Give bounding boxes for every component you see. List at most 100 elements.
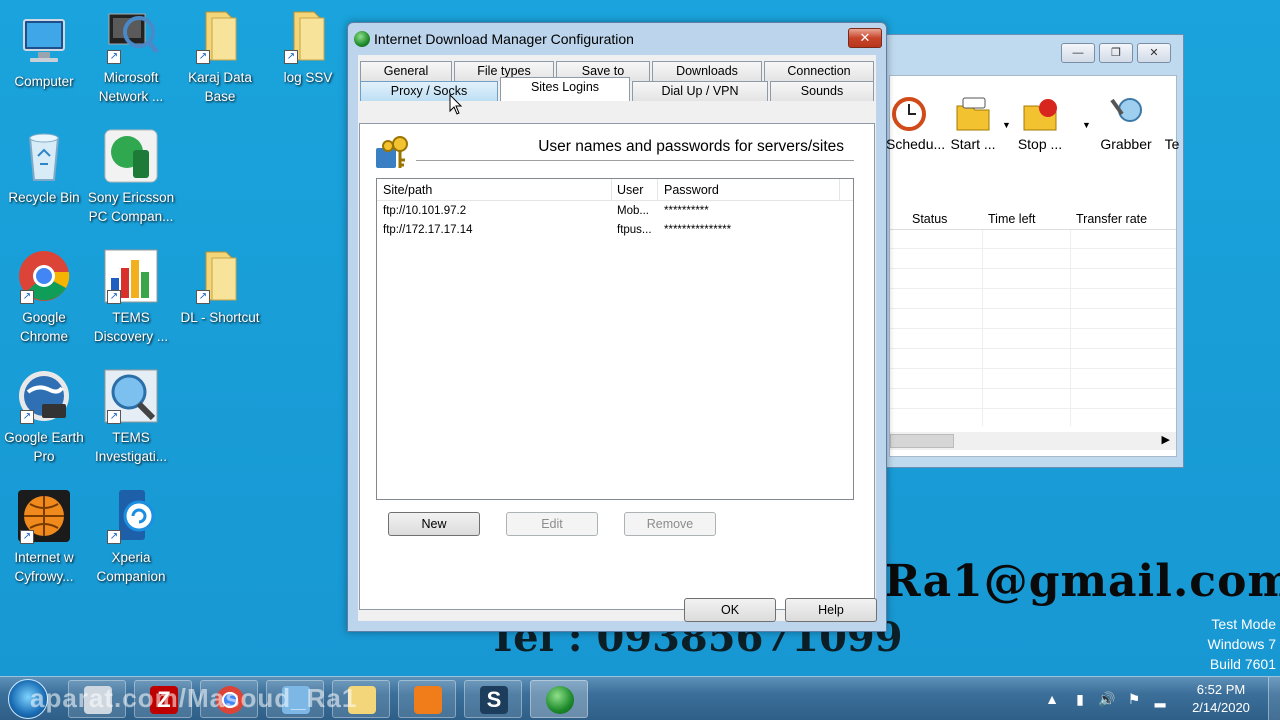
desktop-icon-microsoft-network[interactable]: ↗ Microsoft Network ...	[87, 8, 175, 106]
list-item[interactable]: ftp://10.101.97.2 Mob... **********	[377, 203, 853, 221]
toolbar-start-queue-button[interactable]: Start ...	[944, 96, 1002, 152]
network-signal-icon[interactable]: ▂	[1152, 691, 1168, 707]
system-tray: ▲ ▮ 🔊 ⚑ ▂ 6:52 PM 2/14/2020	[1040, 677, 1280, 720]
desktop-icon-sony-ericsson[interactable]: Sony Ericsson PC Compan...	[87, 128, 175, 226]
video-watermark-text: aparat.com/Masoud_Ra1	[30, 683, 358, 713]
minimize-button[interactable]: —	[1061, 43, 1095, 63]
desktop-icon-internet-w-cyfrowy[interactable]: ↗ Internet w Cyfrowy...	[0, 488, 88, 586]
computer-icon	[16, 12, 72, 68]
close-button[interactable]: ✕	[1137, 43, 1171, 63]
new-button[interactable]: New	[388, 512, 480, 536]
xperia-companion-icon: ↗	[103, 488, 159, 544]
remove-button[interactable]: Remove	[624, 512, 716, 536]
toolbar-scheduler-button[interactable]: Schedu...	[886, 96, 945, 152]
desktop-icon-log-ssv[interactable]: ↗ log SSV	[264, 8, 352, 87]
column-password[interactable]: Password	[664, 183, 719, 197]
sites-logins-list[interactable]: Site/path User Password ftp://10.101.97.…	[376, 178, 854, 500]
desktop-icon-google-chrome[interactable]: ↗ Google Chrome	[0, 248, 88, 346]
column-divider[interactable]	[657, 179, 658, 201]
tab-sounds[interactable]: Sounds	[770, 81, 874, 101]
dialog-close-button[interactable]: ✕	[848, 28, 882, 48]
user-cell: ftpus...	[617, 224, 652, 236]
toolbar-label: Grabber	[1100, 136, 1152, 152]
idm-app-icon	[354, 31, 370, 47]
battery-icon[interactable]: ▮	[1072, 691, 1088, 707]
tab-general[interactable]: General	[360, 61, 452, 81]
desktop-icon-label: Computer	[14, 74, 74, 89]
folder-icon: ↗	[192, 8, 248, 64]
page-heading: User names and passwords for servers/sit…	[538, 138, 844, 155]
scrollbar-thumb[interactable]	[890, 434, 954, 448]
build-line: Build 7601	[1209, 656, 1276, 672]
tab-proxy-socks[interactable]: Proxy / Socks	[360, 81, 498, 101]
desktop-icon-google-earth-pro[interactable]: ↗ Google Earth Pro	[0, 368, 88, 466]
start-queue-icon	[953, 96, 993, 132]
desktop-icon-xperia-companion[interactable]: ↗ Xperia Companion	[87, 488, 175, 586]
taskbar-app-idm[interactable]	[530, 680, 588, 718]
clock[interactable]: 6:52 PM 2/14/2020	[1186, 681, 1256, 717]
dialog-client-area: General File types Save to Downloads Con…	[358, 55, 877, 622]
idm-main-window[interactable]: — ❐ ✕ Schedu... Start ... Stop ... Grabb…	[882, 34, 1184, 468]
column-status[interactable]: Status	[912, 212, 947, 226]
ok-button[interactable]: OK	[684, 598, 776, 622]
desktop-icon-tems-discovery[interactable]: ↗ TEMS Discovery ...	[87, 248, 175, 346]
scroll-right-icon[interactable]: ▶	[1162, 433, 1170, 446]
row-gridline	[890, 308, 1176, 309]
overlay-email-text: Ra1@gmail.com	[884, 556, 1280, 607]
chevron-down-icon[interactable]: ▼	[1082, 120, 1091, 130]
column-divider[interactable]	[611, 179, 612, 201]
tab-connection[interactable]: Connection	[764, 61, 874, 81]
volume-icon[interactable]: 🔊	[1098, 691, 1115, 707]
toolbar-grabber-button[interactable]: Grabber	[1096, 96, 1156, 152]
site-path-cell: ftp://172.17.17.14	[383, 224, 473, 236]
sites-logins-page: User names and passwords for servers/sit…	[359, 123, 875, 610]
toolbar-stop-queue-button[interactable]: Stop ...	[1014, 96, 1066, 152]
recycle-bin-icon	[16, 128, 72, 184]
keys-icon	[374, 134, 414, 170]
desktop-icon-label: Internet w Cyfrowy...	[14, 550, 74, 584]
desktop-icon-karaj-data-base[interactable]: ↗ Karaj Data Base	[176, 8, 264, 106]
shortcut-arrow-icon: ↗	[284, 50, 298, 64]
test-mode-notice: Test Mode Windows 7 Build 7601	[1208, 614, 1276, 674]
row-gridline	[890, 268, 1176, 269]
tab-dial-up-vpn[interactable]: Dial Up / VPN	[632, 81, 768, 101]
horizontal-scrollbar[interactable]: ▶	[890, 432, 1176, 450]
tab-downloads[interactable]: Downloads	[652, 61, 762, 81]
desktop-icon-label: Karaj Data Base	[188, 70, 252, 104]
shortcut-arrow-icon: ↗	[107, 530, 121, 544]
list-item[interactable]: ftp://172.17.17.14 ftpus... ************…	[377, 222, 853, 240]
toolbar-label: Stop ...	[1017, 136, 1063, 152]
clock-time: 6:52 PM	[1196, 682, 1246, 697]
show-desktop-button[interactable]	[1268, 677, 1280, 720]
help-button[interactable]: Help	[785, 598, 877, 622]
column-transfer-rate[interactable]: Transfer rate	[1076, 212, 1147, 226]
idm-main-titlebar[interactable]: — ❐ ✕	[883, 35, 1183, 73]
column-user[interactable]: User	[617, 183, 643, 197]
taskbar-app-screen-recorder[interactable]: S	[464, 680, 522, 718]
taskbar-app-media-player[interactable]	[398, 680, 456, 718]
show-hidden-icons-button[interactable]: ▲	[1044, 691, 1060, 707]
tems-investigation-icon: ↗	[103, 368, 159, 424]
desktop-icon-label: TEMS Discovery ...	[93, 310, 169, 344]
action-center-flag-icon[interactable]: ⚑	[1126, 691, 1142, 707]
desktop-icon-dl-shortcut[interactable]: ↗ DL - Shortcut	[176, 248, 264, 327]
edit-button[interactable]: Edit	[506, 512, 598, 536]
toolbar-tell-friend-button[interactable]: Te	[1162, 96, 1182, 152]
restore-button[interactable]: ❐	[1099, 43, 1133, 63]
row-gridline	[890, 348, 1176, 349]
column-site-path[interactable]: Site/path	[383, 183, 432, 197]
idm-configuration-dialog[interactable]: Internet Download Manager Configuration …	[347, 22, 887, 632]
column-time-left[interactable]: Time left	[988, 212, 1035, 226]
chevron-down-icon[interactable]: ▼	[1002, 120, 1011, 130]
desktop-icon-computer[interactable]: Computer	[0, 12, 88, 91]
shortcut-arrow-icon: ↗	[20, 530, 34, 544]
stop-queue-icon	[1020, 96, 1060, 132]
column-divider[interactable]	[839, 179, 840, 201]
desktop-icon-label: Xperia Companion	[96, 550, 166, 584]
desktop-icon-tems-investigation[interactable]: ↗ TEMS Investigati...	[87, 368, 175, 466]
tab-sites-logins[interactable]: Sites Logins	[500, 77, 630, 101]
desktop-icon-recycle-bin[interactable]: Recycle Bin	[0, 128, 88, 207]
google-earth-icon: ↗	[16, 368, 72, 424]
toolbar-label: Start ...	[950, 136, 996, 152]
shortcut-arrow-icon: ↗	[107, 290, 121, 304]
